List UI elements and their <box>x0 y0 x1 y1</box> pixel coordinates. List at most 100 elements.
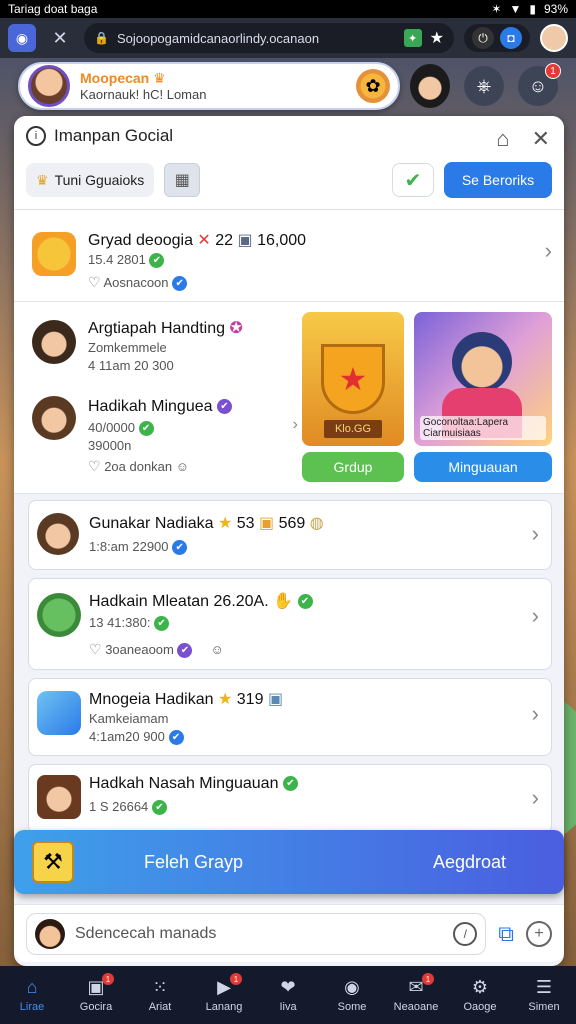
trophy-plate: Klo.GG <box>324 420 382 438</box>
list-item[interactable]: Gunakar Nadiaka ★ 53 ▣ 569 ◍ 1:8:am 2290… <box>28 500 552 570</box>
trophy-card[interactable]: ★ Klo.GG <box>302 312 404 446</box>
wifi-icon: ▼ <box>509 2 522 16</box>
browser-toolbar: ◉ ✕ 🔒 Sojoopogamidcanaorlindy.ocanaon ✦ … <box>0 18 576 58</box>
star-icon: ★ <box>217 691 233 708</box>
hero-card[interactable]: Goconoltaa:Lapera Ciarmuisiaas <box>414 312 552 446</box>
nav-favorites[interactable]: ❤ Iiva <box>260 977 316 1013</box>
hero-character <box>452 332 512 392</box>
tabs-icon[interactable]: ◘ <box>500 27 522 49</box>
profile-card[interactable]: Moopecan ♛ Kaornauk! hC! Loman ✿ <box>18 62 400 110</box>
chevron-right-icon[interactable]: › <box>545 238 552 264</box>
image-icon[interactable]: ▦ <box>164 163 201 197</box>
row-title[interactable]: Hadikah Minguea ✔ <box>88 398 232 416</box>
nav-video[interactable]: ▶ Lanang 1 <box>196 973 252 1013</box>
close-icon[interactable]: ✕ <box>532 126 550 152</box>
settings-icon: ⚙ <box>471 977 489 997</box>
row-title: Mnogeia Hadikan ★ 319 ▣ <box>89 691 284 708</box>
row-title: Hadkain Mleatan 26.20A. ✋ ✔ <box>89 591 313 611</box>
row-avatar <box>32 396 76 440</box>
nav-globe[interactable]: ◉ Some <box>324 977 380 1013</box>
notification-badge: 1 <box>545 63 561 79</box>
add-icon[interactable]: + <box>526 920 552 947</box>
row-meta: 40/0000 ✔ <box>88 420 154 437</box>
list-item[interactable]: Hadkain Mleatan 26.20A. ✋ ✔ 13 41:380: ✔… <box>28 578 552 670</box>
list-item[interactable]: Mnogeia Hadikan ★ 319 ▣ Kamkeiamam 4:1am… <box>28 678 552 756</box>
verified-icon: ✔ <box>154 616 170 632</box>
user-icon: ☺ <box>528 75 548 96</box>
info-icon[interactable]: i <box>26 126 46 146</box>
join-button[interactable]: Minguauan <box>414 452 552 482</box>
attach-icon[interactable]: / <box>453 921 478 946</box>
close-tab-icon[interactable]: ✕ <box>46 28 74 49</box>
create-group-banner[interactable]: ⚒ Feleh Grayp Aegdroat <box>14 830 564 894</box>
notifications-button[interactable]: ☺ 1 <box>518 63 561 106</box>
verified-icon: ✔ <box>297 594 313 610</box>
browser-profile-avatar[interactable] <box>540 24 568 52</box>
group-button[interactable]: Grdup <box>302 452 404 482</box>
gift-icon: ▣ <box>267 691 284 708</box>
address-bar[interactable]: 🔒 Sojoopogamidcanaorlindy.ocanaon ✦ ★ <box>84 23 454 53</box>
row-avatar <box>37 593 81 637</box>
lock-icon: 🔒 <box>94 31 109 45</box>
confirm-button[interactable]: ✔ <box>392 163 434 197</box>
share-icon[interactable]: ⌂ <box>496 126 509 152</box>
row-meta: 15.4 2801 ✔ <box>88 252 165 269</box>
nav-home[interactable]: ⌂ Lirae <box>4 977 60 1013</box>
verified-icon: ✔ <box>172 276 188 292</box>
extension-icon[interactable]: ✦ <box>403 29 422 47</box>
cross-icon: ✕ <box>197 232 211 249</box>
pet-icon[interactable]: ✿ <box>356 69 390 103</box>
status-text: Tariag doat baga <box>8 2 98 16</box>
row-meta: 1:8:am 22900 ✔ <box>89 539 188 556</box>
row-meta-2: ♡ 3oaneaoom ✔ ☺ <box>89 641 224 659</box>
panel-title: Imanpan Gocial <box>54 126 174 145</box>
hammer-icon: ⚒ <box>32 841 74 883</box>
banner-right-label[interactable]: Aegdroat <box>433 852 546 873</box>
message-input[interactable]: Sdencecah manads / <box>26 912 487 955</box>
list-item[interactable]: Hadkah Nasah Minguauan ✔ 1 S 26664 ✔ › <box>28 764 552 834</box>
chevron-right-icon[interactable]: › <box>532 521 539 547</box>
verified-icon: ✔ <box>216 399 232 415</box>
verified-icon: ✔ <box>177 643 193 659</box>
row-title: Gryad deoogia ✕ 22 ▣ 16,000 <box>88 232 307 249</box>
tab-switcher-icon[interactable]: ◉ <box>8 24 36 52</box>
globe-icon: ◉ <box>344 977 360 997</box>
url-text: Sojoopogamidcanaorlindy.ocanaon <box>116 30 320 46</box>
row-title[interactable]: Argtiapah Handting ✪ <box>88 318 243 338</box>
nav-menu[interactable]: ☰ Simen <box>516 977 572 1013</box>
row-avatar <box>37 513 79 555</box>
treasure-icon: ▣ <box>259 515 275 532</box>
home-icon: ⌂ <box>26 977 38 997</box>
chevron-right-icon[interactable]: › <box>293 416 298 434</box>
sticker-icon[interactable]: ⧉ <box>498 921 514 947</box>
primary-action-button[interactable]: Se Beroriks <box>444 162 552 198</box>
status-bar: Tariag doat baga ✶ ▼ ▮ 93% <box>0 0 576 18</box>
row-meta-2: 4:1am20 900 ✔ <box>89 729 184 746</box>
filter-chip[interactable]: ♛ Tuni Gguaioks <box>26 163 155 197</box>
nav-settings[interactable]: ⚙ Oaoge <box>452 977 508 1013</box>
chevron-right-icon[interactable]: › <box>532 785 539 811</box>
list-item[interactable]: Gryad deoogia ✕ 22 ▣ 16,000 15.4 2801 ✔ … <box>14 210 564 302</box>
user-avatar <box>35 918 65 949</box>
bookmark-star-icon[interactable]: ★ <box>430 28 444 48</box>
controller-icon: ⎈ <box>476 75 492 96</box>
heart-icon: ♡ <box>88 458 101 474</box>
chevron-right-icon[interactable]: › <box>532 701 539 727</box>
friend-avatar[interactable] <box>410 64 450 108</box>
row-avatar <box>32 320 76 364</box>
box-icon: ▣ <box>237 232 253 249</box>
video-icon: ▶ <box>217 977 231 997</box>
battery-level: 93% <box>543 2 568 16</box>
nav-chat[interactable]: ▣ Gocira 1 <box>68 973 124 1013</box>
nav-apps[interactable]: ⁙ Ariat <box>132 977 188 1013</box>
nav-inbox[interactable]: ✉ Neaoane 1 <box>388 973 444 1013</box>
heart-icon: ♡ <box>89 641 102 657</box>
chevron-right-icon[interactable]: › <box>532 603 539 629</box>
game-controller-button[interactable]: ⎈ <box>464 66 504 106</box>
coin-icon: ◍ <box>309 515 324 532</box>
power-icon[interactable]: ⏻ <box>472 27 494 49</box>
profile-avatar <box>28 65 70 107</box>
top-right-actions: ⎈ ☺ 1 <box>410 63 561 108</box>
battery-icon: ▮ <box>529 2 536 16</box>
row-title: Gunakar Nadiaka ★ 53 ▣ 569 ◍ <box>89 515 324 532</box>
